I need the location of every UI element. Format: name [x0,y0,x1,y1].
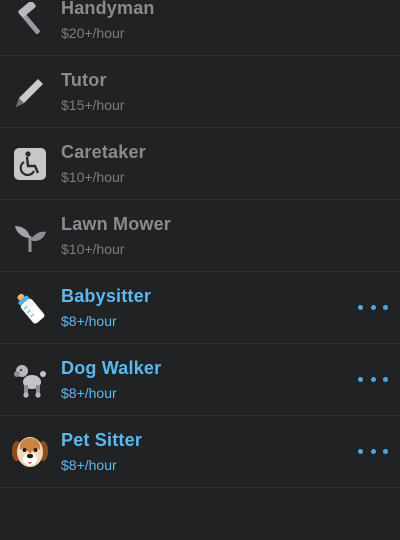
service-rate: $8+/hour [61,313,117,329]
service-rate: $10+/hour [61,241,125,257]
service-row-handyman[interactable]: Handyman $20+/hour [0,0,400,56]
service-title: Tutor [61,70,107,90]
service-title: Dog Walker [61,358,162,378]
more-options-button[interactable] [358,298,388,318]
service-rate: $10+/hour [61,169,125,185]
service-rate: $8+/hour [61,457,117,473]
more-options-button[interactable] [358,370,388,390]
service-title: Babysitter [61,286,152,306]
list-empty-area [0,488,400,540]
more-dot [383,449,388,454]
dog-face-icon [12,434,48,470]
service-title: Pet Sitter [61,430,143,450]
wheelchair-icon [12,146,48,182]
service-rate: $20+/hour [61,25,125,41]
service-row-dog-walker[interactable]: Dog Walker $8+/hour [0,344,400,416]
more-dot [370,305,376,310]
service-row-babysitter[interactable]: Babysitter $8+/hour [0,272,400,344]
pencil-icon [12,74,48,110]
service-title: Caretaker [61,142,146,162]
more-dot [358,377,363,382]
more-dot [358,305,363,310]
more-options-button[interactable] [358,442,388,462]
more-dot [383,305,388,310]
service-rate: $15+/hour [61,97,125,113]
service-list: Handyman $20+/hour Tutor $15+/hour Caret… [0,0,400,540]
service-title: Lawn Mower [61,214,172,234]
service-row-tutor[interactable]: Tutor $15+/hour [0,56,400,128]
service-row-lawn-mower[interactable]: Lawn Mower $10+/hour [0,200,400,272]
more-dot [370,377,376,382]
service-row-pet-sitter[interactable]: Pet Sitter $8+/hour [0,416,400,488]
seedling-icon [12,218,48,254]
hammer-icon [12,1,48,38]
service-row-caretaker[interactable]: Caretaker $10+/hour [0,128,400,200]
more-dot [370,449,376,454]
service-title: Handyman [61,0,155,18]
more-dot [383,377,388,382]
more-dot [358,449,363,454]
baby-bottle-icon [12,290,48,326]
poodle-icon [12,362,48,398]
service-rate: $8+/hour [61,385,117,401]
